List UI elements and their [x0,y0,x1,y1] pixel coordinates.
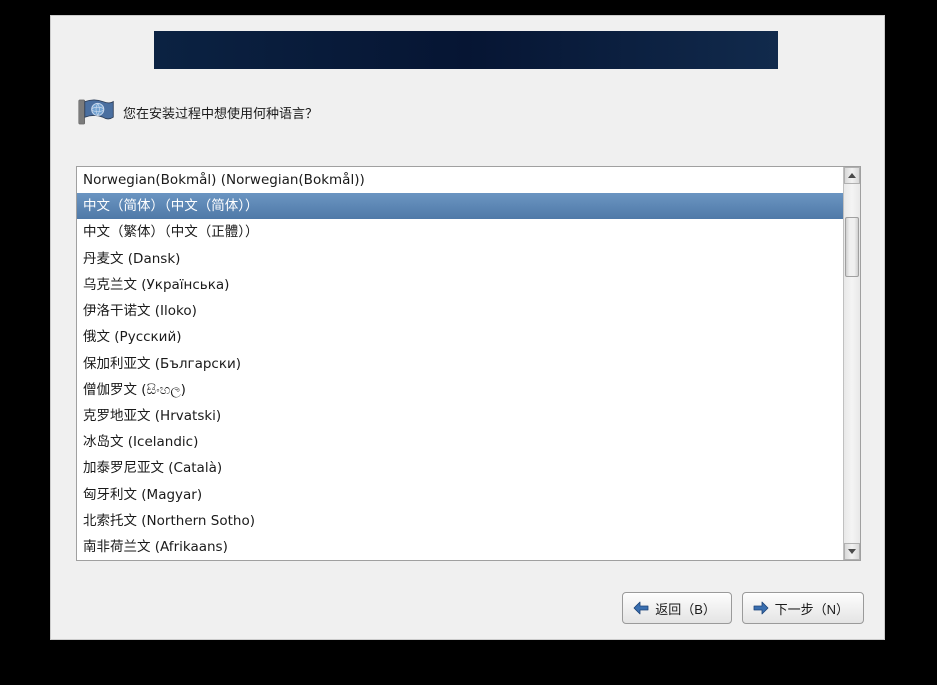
list-item[interactable]: 中文（繁体）（中文（正體）） [77,219,843,245]
scroll-down-button[interactable] [844,543,860,560]
list-item[interactable]: 加泰罗尼亚文 (Català) [77,455,843,481]
installer-window: 您在安装过程中想使用何种语言？ Norwegian(Bokmål) (Norwe… [50,15,885,640]
scroll-up-button[interactable] [844,167,860,184]
list-item[interactable]: 乌克兰文 (Українська) [77,272,843,298]
list-item[interactable]: 伊洛干诺文 (Iloko) [77,298,843,324]
list-item[interactable]: 冰岛文 (Icelandic) [77,429,843,455]
arrow-right-icon [753,601,769,615]
language-list-viewport[interactable]: Norwegian(Bokmål) (Norwegian(Bokmål))中文（… [77,167,843,560]
language-list: Norwegian(Bokmål) (Norwegian(Bokmål))中文（… [76,166,861,561]
prompt-row: 您在安装过程中想使用何种语言？ [77,98,318,126]
list-item[interactable]: 克罗地亚文 (Hrvatski) [77,403,843,429]
scroll-thumb[interactable] [845,217,859,277]
back-button[interactable]: 返回（B） [622,592,732,624]
back-button-label: 返回（B） [655,599,716,618]
globe-flag-icon [77,98,115,126]
list-item[interactable]: 俄文 (Русский) [77,324,843,350]
list-item[interactable]: 匈牙利文 (Magyar) [77,482,843,508]
list-item[interactable]: 中文（简体）（中文（简体）） [77,193,843,219]
list-item[interactable]: 丹麦文 (Dansk) [77,246,843,272]
list-item[interactable]: 南非荷兰文 (Afrikaans) [77,534,843,560]
prompt-text: 您在安装过程中想使用何种语言？ [123,103,318,122]
header-banner [154,31,778,69]
arrow-left-icon [633,601,649,615]
list-item[interactable]: Norwegian(Bokmål) (Norwegian(Bokmål)) [77,167,843,193]
next-button[interactable]: 下一步（N） [742,592,864,624]
list-item[interactable]: 北索托文 (Northern Sotho) [77,508,843,534]
scrollbar[interactable] [843,167,860,560]
next-button-label: 下一步（N） [775,599,849,618]
list-item[interactable]: 僧伽罗文 (සිංහල) [77,377,843,403]
button-row: 返回（B） 下一步（N） [622,592,864,624]
list-item[interactable]: 保加利亚文 (Български) [77,351,843,377]
